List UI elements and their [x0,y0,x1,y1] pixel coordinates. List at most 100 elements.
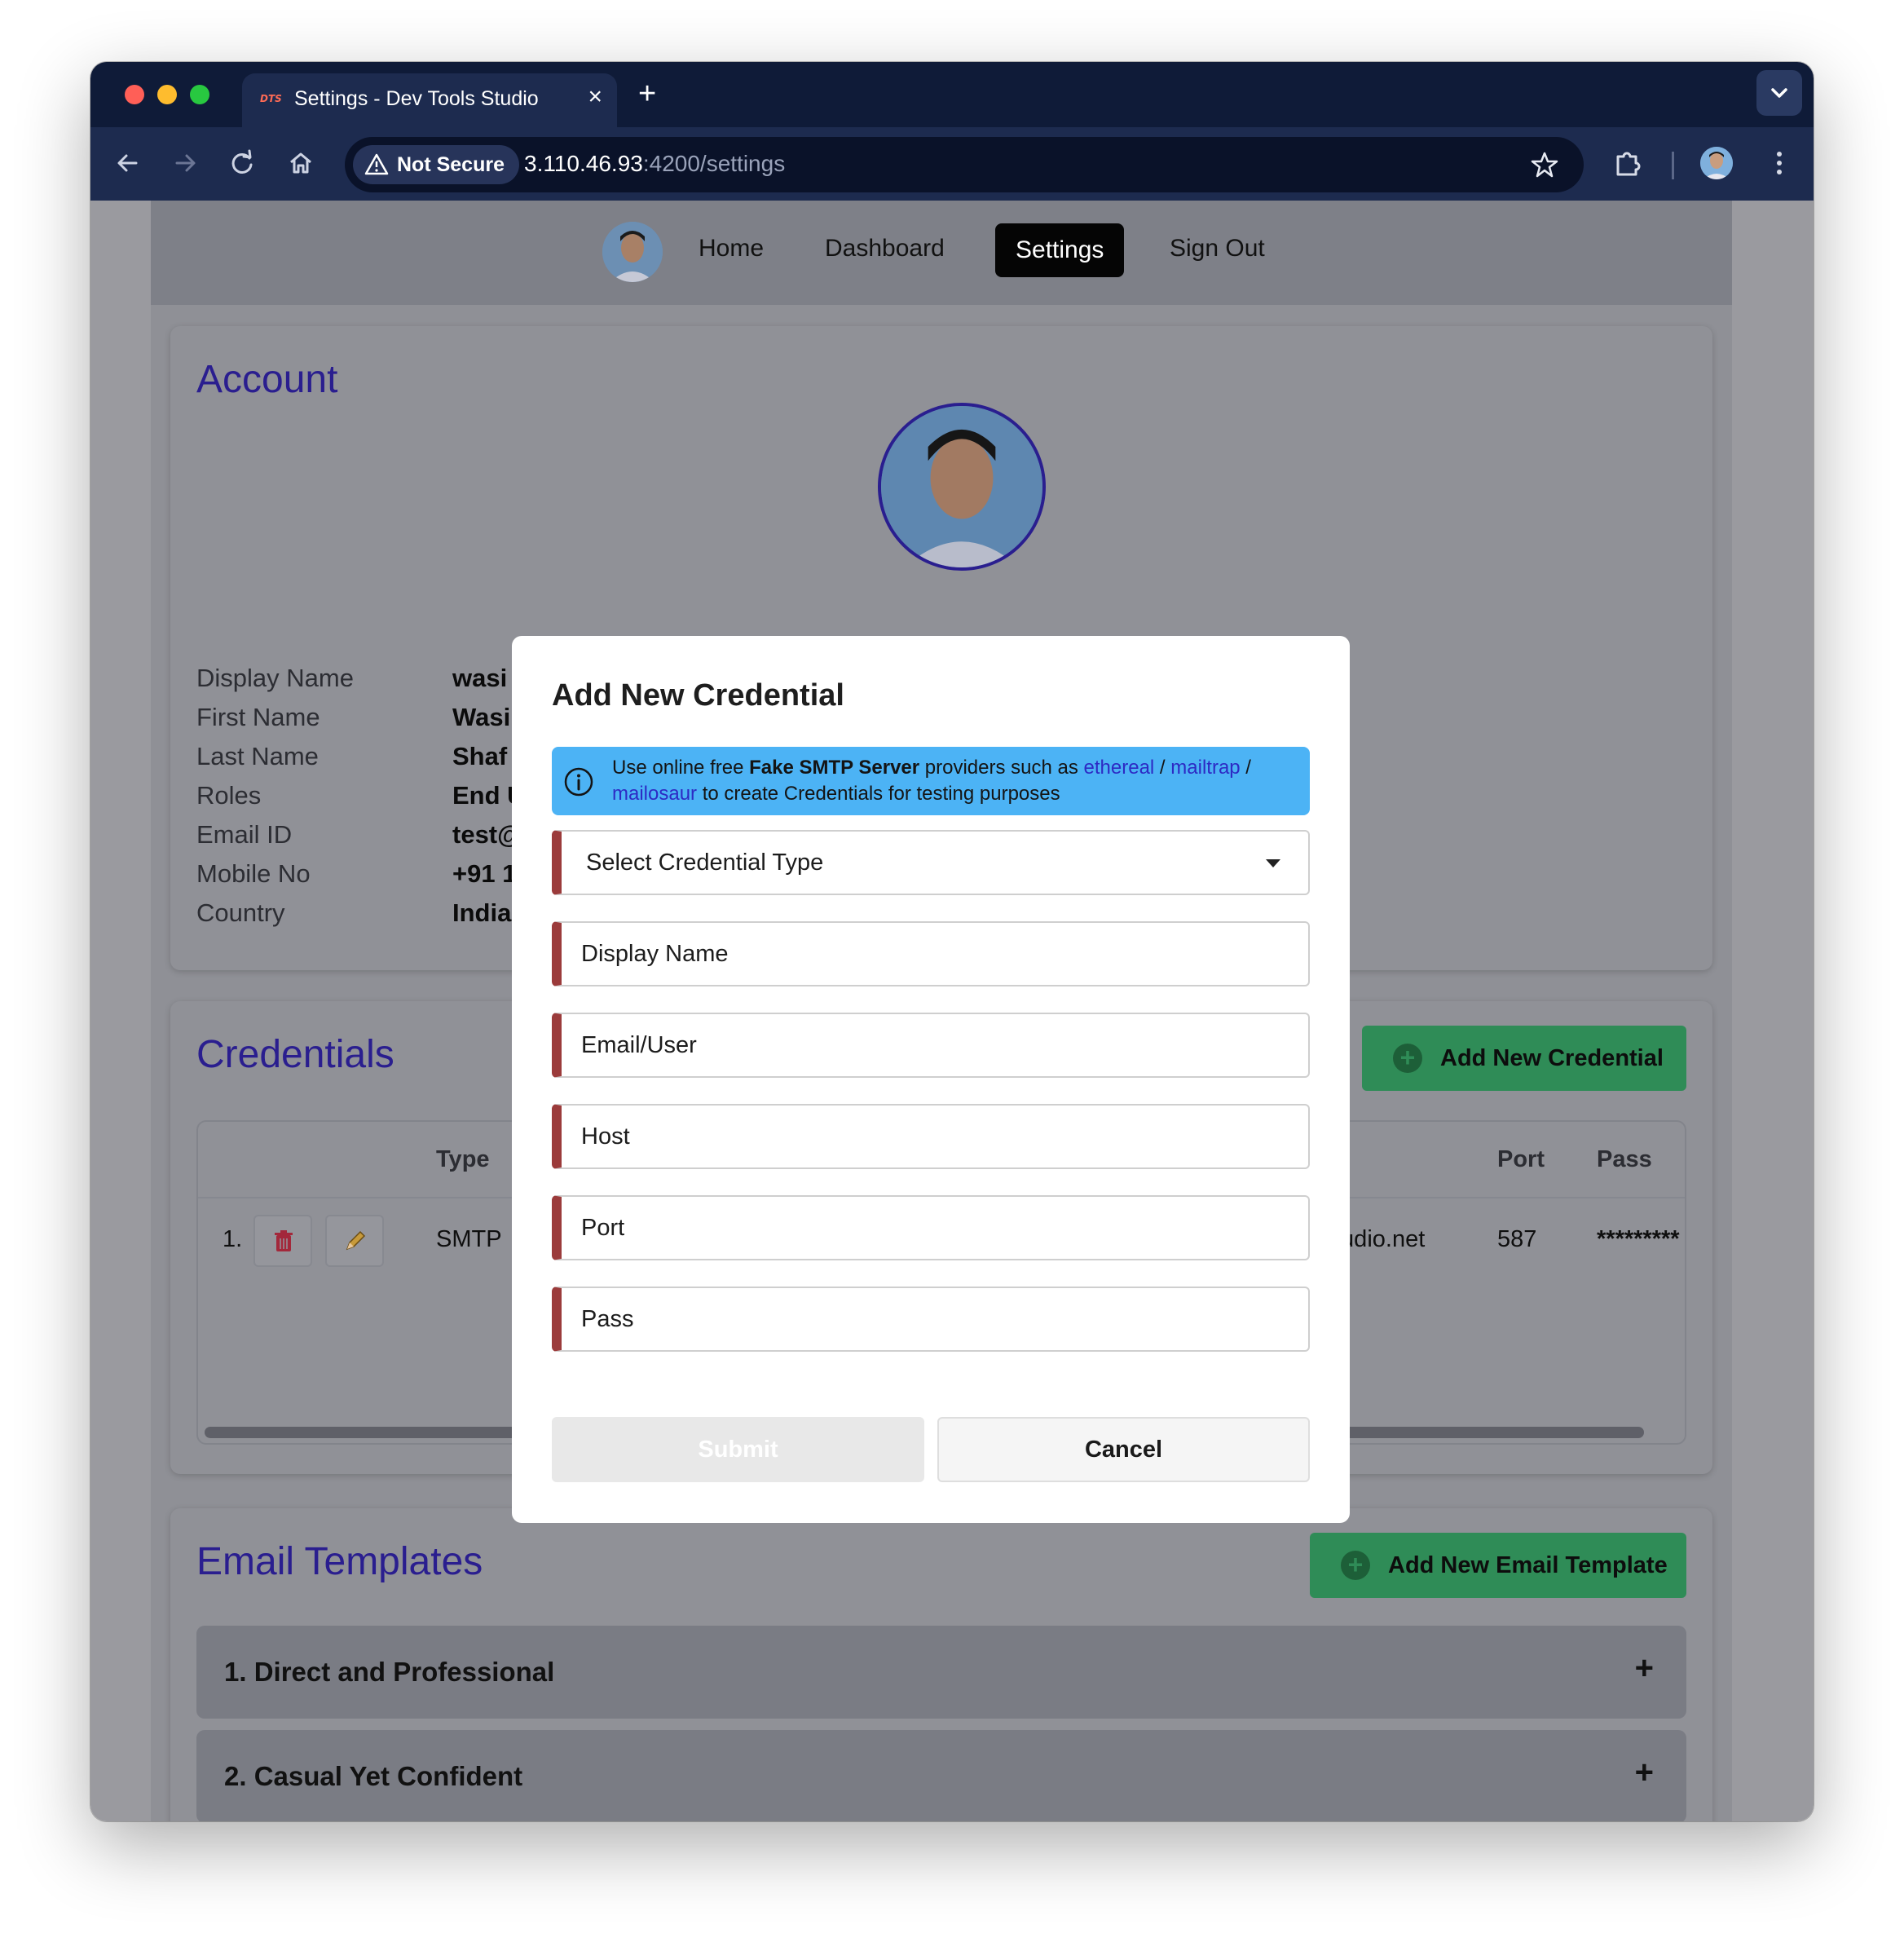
account-row-country: Country India [196,898,511,928]
account-avatar[interactable] [878,403,1046,571]
info-label: Country [196,898,285,927]
alert-text-prefix: Use online free [612,757,750,779]
info-value: wasi [452,664,508,692]
email-template-accordion-item[interactable]: 1. Direct and Professional + [196,1626,1686,1719]
browser-window: DTS Settings - Dev Tools Studio × + Not … [90,62,1814,1821]
browser-titlebar: DTS Settings - Dev Tools Studio × + [90,62,1814,127]
alert-slash: / [1154,757,1171,779]
tab-close-icon[interactable]: × [588,85,602,109]
ethereal-link[interactable]: ethereal [1084,757,1155,779]
pass-placeholder: Pass [581,1306,634,1332]
credential-type-select[interactable]: Select Credential Type [552,830,1310,895]
display-name-input[interactable]: Display Name [552,921,1310,986]
info-label: Last Name [196,742,319,770]
nav-sign-out-link[interactable]: Sign Out [1170,235,1265,263]
credential-type-select-value: Select Credential Type [586,850,824,876]
minimize-window-button[interactable] [157,85,177,104]
tab-title: Settings - Dev Tools Studio [294,87,539,110]
host-placeholder: Host [581,1123,630,1150]
row-index: 1. [223,1226,243,1252]
submit-button[interactable]: Submit [552,1417,924,1482]
pass-input[interactable]: Pass [552,1287,1310,1352]
info-label: Email ID [196,820,293,849]
alert-text-suffix: to create Credentials for testing purpos… [697,783,1060,805]
plus-circle-icon: + [1393,1044,1422,1073]
browser-menu-icon[interactable] [1763,147,1796,179]
email-templates-title: Email Templates [196,1540,483,1583]
column-header-pass: Pass [1597,1146,1652,1172]
bookmark-star-icon[interactable] [1530,150,1559,179]
tab-favicon-icon: DTS [260,93,282,104]
caret-down-icon [1266,859,1280,867]
email-templates-card: Email Templates + Add New Email Template… [170,1508,1712,1821]
add-credential-label: Add New Credential [1440,1045,1664,1071]
not-secure-label: Not Secure [397,153,505,176]
close-window-button[interactable] [125,85,144,104]
credential-port-cell: 587 [1497,1226,1537,1252]
add-email-template-label: Add New Email Template [1388,1552,1668,1578]
browser-toolbar: Not Secure 3.110.46.93:4200/settings [90,127,1814,201]
browser-tab[interactable]: DTS Settings - Dev Tools Studio × [242,73,617,127]
info-value: +91 1 [452,859,517,888]
nav-dashboard-link[interactable]: Dashboard [825,235,945,263]
host-input[interactable]: Host [552,1104,1310,1169]
tab-search-button[interactable] [1756,70,1802,116]
cancel-button[interactable]: Cancel [937,1417,1310,1482]
pencil-icon [346,1230,366,1251]
new-tab-icon[interactable]: + [638,78,656,109]
display-name-placeholder: Display Name [581,941,729,967]
alert-slash: / [1240,757,1251,779]
home-icon[interactable] [284,147,317,179]
column-header-type: Type [436,1146,490,1172]
chevron-down-icon [1771,88,1787,98]
nav-settings-link[interactable]: Settings [995,223,1125,277]
account-row-roles: Roles End U [196,781,526,810]
info-label: Display Name [196,664,354,692]
add-credential-modal: Add New Credential Use online free Fake … [512,636,1350,1523]
port-input[interactable]: Port [552,1195,1310,1260]
info-label: Mobile No [196,859,311,888]
info-label: Roles [196,781,262,810]
maximize-window-button[interactable] [190,85,209,104]
expand-plus-icon[interactable]: + [1635,1650,1654,1687]
delete-credential-button[interactable] [253,1215,312,1267]
expand-plus-icon[interactable]: + [1635,1754,1654,1791]
forward-arrow-icon[interactable] [169,147,201,179]
column-header-port: Port [1497,1146,1545,1172]
credential-pass-cell: ********* [1597,1226,1680,1252]
plus-circle-icon: + [1341,1551,1370,1580]
info-value: Shaf [452,742,508,770]
mailosaur-link[interactable]: mailosaur [612,783,697,805]
nav-home-link[interactable]: Home [699,235,764,263]
email-template-accordion-item[interactable]: 2. Casual Yet Confident + [196,1730,1686,1821]
extensions-puzzle-icon[interactable] [1611,147,1644,179]
add-credential-button[interactable]: + Add New Credential [1362,1026,1686,1091]
profile-avatar-icon[interactable] [1700,147,1733,179]
account-row-last-name: Last Name Shaf [196,742,507,771]
modal-title: Add New Credential [552,678,844,713]
top-navigation: Home Dashboard Settings Sign Out [151,201,1732,305]
port-placeholder: Port [581,1215,625,1241]
reload-icon[interactable] [226,147,258,179]
info-label: First Name [196,703,320,731]
trash-icon [275,1230,293,1251]
account-title: Account [196,358,338,401]
add-email-template-button[interactable]: + Add New Email Template [1310,1533,1686,1598]
account-row-mobile: Mobile No +91 1 [196,859,516,889]
credential-type-cell: SMTP [436,1226,502,1252]
account-row-email: Email ID test@ [196,820,522,850]
mailtrap-link[interactable]: mailtrap [1170,757,1240,779]
url-host: 3.110.46.93 [524,151,643,176]
not-secure-badge[interactable]: Not Secure [353,145,519,184]
alert-text-middle: providers such as [919,757,1084,779]
info-circle-icon [564,767,593,797]
info-value: India [452,898,512,927]
email-user-input[interactable]: Email/User [552,1013,1310,1078]
back-arrow-icon[interactable] [112,147,144,179]
edit-credential-button[interactable] [325,1215,384,1267]
alert-text-bold: Fake SMTP Server [749,757,920,779]
url-text: 3.110.46.93:4200/settings [524,151,785,177]
address-bar[interactable]: Not Secure 3.110.46.93:4200/settings [345,137,1584,192]
email-template-title: 1. Direct and Professional [224,1657,555,1687]
nav-avatar[interactable] [602,222,663,282]
